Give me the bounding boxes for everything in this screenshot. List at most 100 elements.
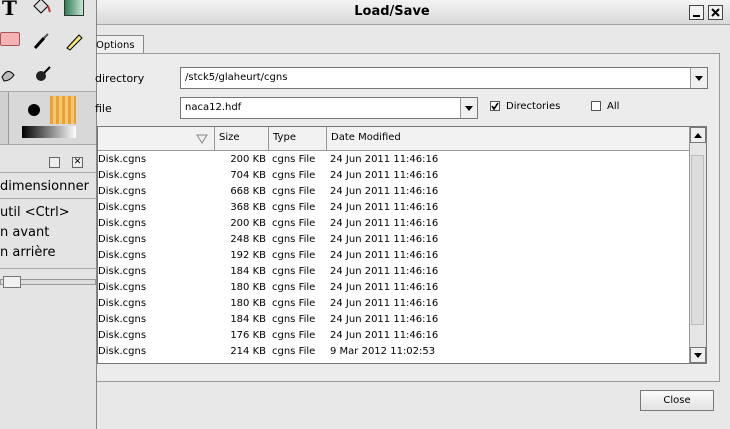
file-size-cell: 176 KB: [230, 330, 266, 341]
brush-preview[interactable]: [22, 98, 46, 122]
directory-combobox[interactable]: /stck5/glaheurt/cgns: [180, 67, 708, 89]
file-size-cell: 668 KB: [230, 186, 266, 197]
table-row[interactable]: Disk.cgns 200 KB cgns File 24 Jun 2011 11:4…: [98, 152, 692, 168]
panel-close-btn[interactable]: ✕: [72, 157, 83, 168]
table-row[interactable]: Disk.cgns 180 KB cgns File 24 Jun 2011 11:4…: [98, 280, 692, 296]
close-icon: [711, 8, 720, 17]
brush-icon[interactable]: [30, 30, 52, 52]
dodge-burn-icon[interactable]: [32, 63, 54, 85]
table-row[interactable]: Disk.cgns 668 KB cgns File 24 Jun 2011 11:4…: [98, 184, 692, 200]
file-name-cell: Disk.cgns: [98, 154, 147, 165]
gradient-preview[interactable]: [22, 126, 76, 138]
table-row[interactable]: Disk.cgns 184 KB cgns File 24 Jun 2011 11:4…: [98, 264, 692, 280]
table-row[interactable]: Disk.cgns 368 KB cgns File 24 Jun 2011 11:4…: [98, 200, 692, 216]
file-date-cell: 24 Jun 2011 11:46:16: [330, 298, 439, 309]
tab-options[interactable]: Options: [96, 35, 144, 55]
file-date-cell: 24 Jun 2011 11:46:16: [330, 282, 439, 293]
table-row[interactable]: Disk.cgns 704 KB cgns File 24 Jun 2011 11:4…: [98, 168, 692, 184]
file-size-cell: 180 KB: [230, 298, 266, 309]
file-size-cell: 214 KB: [230, 346, 266, 357]
directory-label: directory: [95, 72, 145, 85]
file-combobox[interactable]: naca12.hdf: [180, 97, 478, 119]
scroll-up-button[interactable]: [690, 127, 706, 143]
scroll-down-button[interactable]: [690, 347, 706, 363]
file-type-cell: cgns File: [272, 154, 316, 165]
scroll-thumb[interactable]: [691, 155, 704, 325]
file-type-cell: cgns File: [272, 346, 316, 357]
file-date-cell: 24 Jun 2011 11:46:16: [330, 154, 439, 165]
directories-checkbox[interactable]: [490, 101, 500, 111]
file-size-cell: 184 KB: [230, 266, 266, 277]
file-name-cell: Disk.cgns: [98, 250, 147, 261]
close-button[interactable]: Close: [640, 390, 714, 411]
column-header-size[interactable]: Size: [215, 127, 269, 151]
table-row[interactable]: Disk.cgns 176 KB cgns File 24 Jun 2011 11:4…: [98, 328, 692, 344]
file-date-cell: 24 Jun 2011 11:46:16: [330, 186, 439, 197]
toolbox-slider[interactable]: [0, 276, 96, 288]
minimize-icon: [693, 15, 700, 17]
file-list[interactable]: Size Type Date Modified Disk.cgns 200 KB c…: [97, 126, 707, 364]
panel-tab-btn[interactable]: [49, 157, 60, 168]
file-size-cell: 200 KB: [230, 218, 266, 229]
column-header-name[interactable]: [98, 127, 215, 151]
file-type-cell: cgns File: [272, 250, 316, 261]
file-type-cell: cgns File: [272, 234, 316, 245]
sort-arrow-icon: [196, 134, 208, 144]
smudge-icon[interactable]: [0, 63, 22, 85]
background-toolbox: T ✕ dimensionner util <Ctrl> n avant n a…: [0, 0, 96, 429]
file-size-cell: 180 KB: [230, 282, 266, 293]
column-header-type[interactable]: Type: [269, 127, 327, 151]
table-row[interactable]: Disk.cgns 248 KB cgns File 24 Jun 2011 11:4…: [98, 232, 692, 248]
file-type-cell: cgns File: [272, 314, 316, 325]
file-name-cell: Disk.cgns: [98, 202, 147, 213]
color-swatch-area: [0, 91, 96, 145]
minimize-button[interactable]: [689, 5, 704, 20]
file-type-cell: cgns File: [272, 202, 316, 213]
table-row[interactable]: Disk.cgns 200 KB cgns File 24 Jun 2011 11:4…: [98, 216, 692, 232]
pattern-preview[interactable]: [50, 96, 76, 124]
table-row[interactable]: Disk.cgns 184 KB cgns File 24 Jun 2011 11:4…: [98, 312, 692, 328]
toolbox-label-1: dimensionner: [0, 179, 89, 194]
table-row[interactable]: Disk.cgns 192 KB cgns File 24 Jun 2011 11:4…: [98, 248, 692, 264]
toolbox-label-3: n avant: [0, 225, 50, 240]
ink-pen-icon[interactable]: [63, 30, 85, 52]
close-window-button[interactable]: [708, 5, 723, 20]
file-name-cell: Disk.cgns: [98, 346, 147, 357]
file-type-cell: cgns File: [272, 266, 316, 277]
file-name-cell: Disk.cgns: [98, 170, 147, 181]
title-bar[interactable]: Load/Save: [97, 0, 730, 25]
table-row[interactable]: Disk.cgns 214 KB cgns File 9 Mar 2012 11:02…: [98, 344, 692, 360]
file-name-cell: Disk.cgns: [98, 234, 147, 245]
all-checkbox[interactable]: [591, 101, 601, 111]
table-row[interactable]: Disk.cgns 180 KB cgns File 24 Jun 2011 11:4…: [98, 296, 692, 312]
chevron-down-icon[interactable]: [690, 68, 707, 88]
vertical-scrollbar[interactable]: [689, 127, 706, 363]
file-date-cell: 24 Jun 2011 11:46:16: [330, 218, 439, 229]
file-date-cell: 24 Jun 2011 11:46:16: [330, 250, 439, 261]
text-tool-icon[interactable]: T: [2, 0, 24, 20]
column-header-date[interactable]: Date Modified: [327, 127, 692, 151]
file-type-cell: cgns File: [272, 186, 316, 197]
dialog-title: Load/Save: [354, 4, 430, 19]
blend-tool-icon[interactable]: [64, 0, 84, 16]
checkmark-icon: [491, 102, 499, 111]
file-size-cell: 704 KB: [230, 170, 266, 181]
file-date-cell: 24 Jun 2011 11:46:16: [330, 234, 439, 245]
file-type-cell: cgns File: [272, 282, 316, 293]
file-name-cell: Disk.cgns: [98, 298, 147, 309]
file-name-cell: Disk.cgns: [98, 186, 147, 197]
chevron-down-icon[interactable]: [460, 98, 477, 118]
file-type-cell: cgns File: [272, 330, 316, 341]
file-size-cell: 368 KB: [230, 202, 266, 213]
all-label: All: [607, 101, 620, 112]
eraser-icon[interactable]: [0, 32, 20, 46]
toolbox-label-2: util <Ctrl>: [0, 205, 70, 220]
file-size-cell: 248 KB: [230, 234, 266, 245]
file-name-cell: Disk.cgns: [98, 330, 147, 341]
file-date-cell: 24 Jun 2011 11:46:16: [330, 330, 439, 341]
file-type-cell: cgns File: [272, 298, 316, 309]
file-size-cell: 184 KB: [230, 314, 266, 325]
file-date-cell: 24 Jun 2011 11:46:16: [330, 314, 439, 325]
directory-value: /stck5/glaheurt/cgns: [185, 72, 288, 83]
bucket-fill-icon[interactable]: [30, 0, 52, 18]
